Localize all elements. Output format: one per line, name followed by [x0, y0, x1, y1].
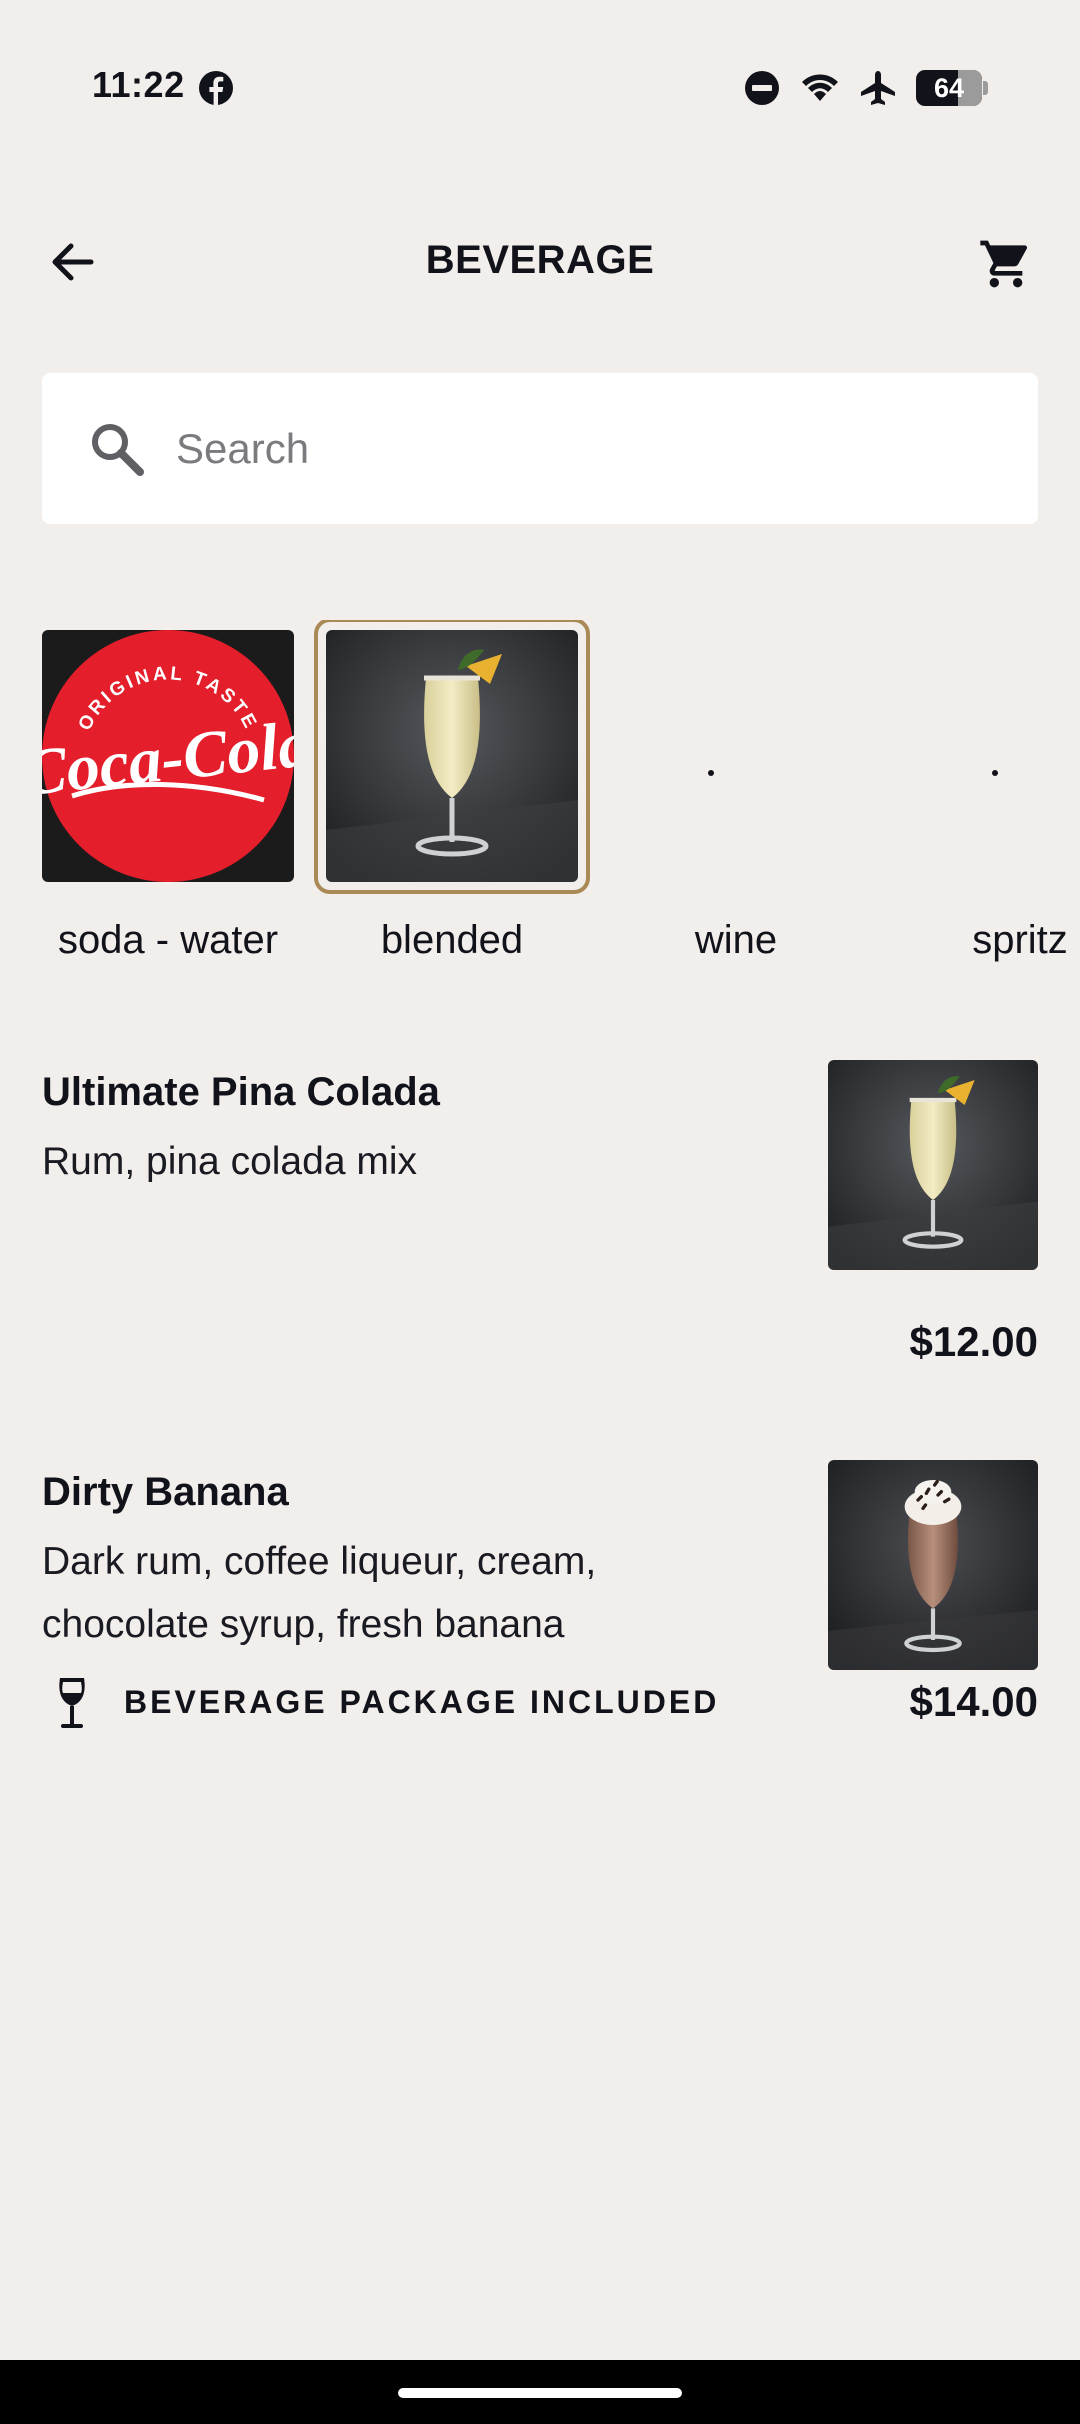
item-name: Ultimate Pina Colada: [42, 1070, 440, 1114]
image-placeholder: [992, 770, 998, 776]
wine-glass-icon: [59, 1678, 85, 1728]
home-gesture-handle[interactable]: [398, 2388, 682, 2398]
cart-icon: [980, 240, 1028, 288]
airplane-icon: [861, 71, 895, 105]
search-icon: [92, 424, 144, 476]
category-label: spritz: [972, 918, 1068, 962]
category-spritz[interactable]: spritz: [894, 620, 1080, 980]
item-photo: [828, 1060, 1038, 1270]
menu-item[interactable]: Ultimate Pina Colada Rum, pina colada mi…: [0, 1040, 1080, 1380]
item-description: Rum, pina colada mix: [42, 1140, 417, 1183]
pina-colada-glass-icon: [828, 1060, 1038, 1270]
status-icons: 64: [742, 66, 988, 110]
item-description: Dark rum, coffee liqueur, cream, chocola…: [42, 1540, 597, 1646]
item-photo: [828, 1460, 1038, 1670]
category-blended[interactable]: blended: [314, 620, 590, 980]
category-label: soda - water: [57, 918, 279, 962]
category-soda-water[interactable]: ORIGINAL TASTE Coca-Cola soda - water: [42, 620, 302, 980]
image-placeholder: [708, 770, 714, 776]
category-wine[interactable]: wine: [610, 620, 870, 980]
facebook-icon: [199, 71, 233, 106]
cart-button[interactable]: [974, 234, 1038, 294]
search-input[interactable]: [176, 413, 996, 485]
status-time: 11:22: [92, 64, 185, 105]
page-title: BEVERAGE: [425, 238, 655, 282]
category-thumbnail-selected[interactable]: [314, 620, 590, 894]
search-bar[interactable]: [42, 373, 1038, 524]
item-price: $12.00: [909, 1318, 1038, 1365]
category-thumbnail[interactable]: [610, 630, 862, 882]
do-not-disturb-icon: [745, 71, 779, 105]
status-bar: 11:22 64: [0, 0, 1080, 176]
item-price: $14.00: [909, 1678, 1038, 1725]
wifi-icon: [802, 74, 838, 101]
package-included-row: BEVERAGE PACKAGE INCLUDED: [42, 1672, 719, 1732]
app-header: BEVERAGE: [0, 220, 1080, 304]
category-carousel[interactable]: ORIGINAL TASTE Coca-Cola soda - water bl…: [0, 620, 1080, 980]
category-label: blended: [380, 918, 524, 962]
item-name: Dirty Banana: [42, 1470, 289, 1514]
coca-cola-logo-icon: ORIGINAL TASTE Coca-Cola: [42, 630, 294, 882]
package-label: BEVERAGE PACKAGE INCLUDED: [124, 1683, 720, 1720]
category-thumbnail[interactable]: [894, 630, 1080, 882]
battery-level: 64: [933, 73, 965, 103]
category-thumbnail[interactable]: ORIGINAL TASTE Coca-Cola: [42, 630, 294, 882]
pina-colada-glass-icon: [326, 630, 578, 882]
battery-icon: 64: [916, 70, 988, 106]
beverage-screen: 11:22 64 BEVERAGE Search ORIGINAL TASTE …: [0, 0, 1080, 2424]
category-label: wine: [694, 918, 778, 962]
dirty-banana-glass-icon: [828, 1460, 1038, 1670]
menu-item[interactable]: Dirty Banana Dark rum, coffee liqueur, c…: [0, 1440, 1080, 1780]
